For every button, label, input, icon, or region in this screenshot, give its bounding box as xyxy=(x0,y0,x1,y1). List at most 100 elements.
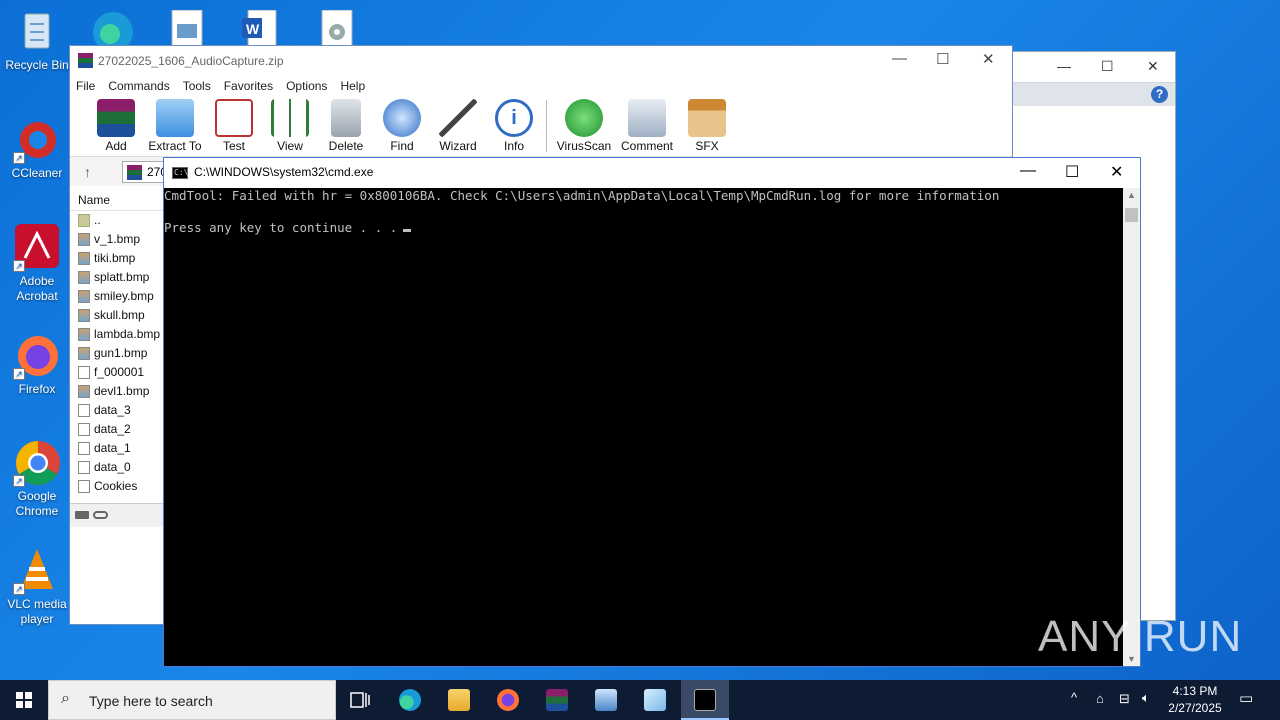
maximize-icon[interactable]: ☐ xyxy=(1065,162,1079,182)
maximize-icon[interactable]: ☐ xyxy=(1101,58,1114,75)
vertical-scrollbar[interactable]: ▲ ▼ xyxy=(1123,188,1140,666)
list-item[interactable]: data_3 xyxy=(70,401,163,420)
bitmap-file-icon xyxy=(78,252,90,265)
console-line-prompt: Press any key to continue . . . xyxy=(164,220,398,235)
taskbar-photos[interactable] xyxy=(582,680,630,720)
desktop-icon-recycle-bin[interactable]: Recycle Bin xyxy=(1,8,73,73)
close-icon[interactable]: ✕ xyxy=(1147,58,1159,75)
winrar-toolbar: Add Extract To Test View Delete Find Wiz… xyxy=(70,96,1012,156)
list-item[interactable]: .. xyxy=(70,211,163,230)
list-item[interactable]: smiley.bmp xyxy=(70,287,163,306)
scroll-up-arrow-icon[interactable]: ▲ xyxy=(1127,190,1136,200)
list-item[interactable]: data_1 xyxy=(70,439,163,458)
desktop-icon-adobe-acrobat[interactable]: ↗ Adobe Acrobat xyxy=(1,224,73,304)
virusscan-button[interactable]: VirusScan xyxy=(553,96,615,153)
clipboard-check-icon xyxy=(215,99,253,137)
info-icon: i xyxy=(495,99,533,137)
task-view-button[interactable] xyxy=(336,680,384,720)
list-item[interactable]: tiki.bmp xyxy=(70,249,163,268)
desktop-icon-firefox[interactable]: ↗ Firefox xyxy=(1,332,73,397)
taskbar-firefox[interactable] xyxy=(484,680,532,720)
virusscan-label: VirusScan xyxy=(556,139,612,153)
edge-desktop-icon[interactable] xyxy=(88,8,138,52)
wizard-button[interactable]: Wizard xyxy=(430,96,486,153)
list-item[interactable]: gun1.bmp xyxy=(70,344,163,363)
image-file-desktop-icon[interactable] xyxy=(170,9,204,47)
delete-button[interactable]: Delete xyxy=(318,96,374,153)
maximize-icon[interactable]: ☐ xyxy=(936,50,949,68)
console-output[interactable]: CmdTool: Failed with hr = 0x800106BA. Ch… xyxy=(164,188,1123,666)
desktop-icon-label: VLC media player xyxy=(7,597,67,626)
bitmap-file-icon xyxy=(78,385,90,398)
comment-button[interactable]: Comment xyxy=(615,96,679,153)
close-icon[interactable]: ✕ xyxy=(982,50,995,68)
taskbar-notepad[interactable] xyxy=(631,680,679,720)
taskbar-edge[interactable] xyxy=(386,680,434,720)
notifications-icon[interactable]: ▭ xyxy=(1239,689,1253,707)
desktop-icon-ccleaner[interactable]: ↗ CCleaner xyxy=(1,116,73,181)
settings-file-desktop-icon[interactable] xyxy=(320,9,354,47)
info-button[interactable]: i Info xyxy=(486,96,542,153)
volume-icon[interactable]: 🔈︎ xyxy=(1142,690,1150,706)
magnifier-icon xyxy=(383,99,421,137)
minimize-icon[interactable]: — xyxy=(1057,58,1071,74)
list-item[interactable]: v_1.bmp xyxy=(70,230,163,249)
bitmap-file-icon xyxy=(78,347,90,360)
sfx-button[interactable]: SFX xyxy=(679,96,735,153)
desktop-icon-google-chrome[interactable]: ↗ Google Chrome xyxy=(1,439,73,519)
list-item[interactable]: skull.bmp xyxy=(70,306,163,325)
task-view-icon xyxy=(350,692,370,708)
add-button[interactable]: Add xyxy=(88,96,144,153)
network-device-icon[interactable]: ⌂ xyxy=(1096,691,1104,706)
view-label: View xyxy=(277,139,303,153)
firefox-icon xyxy=(497,689,519,711)
find-button[interactable]: Find xyxy=(374,96,430,153)
winrar-icon xyxy=(546,689,568,711)
close-icon[interactable]: ✕ xyxy=(1110,162,1123,182)
taskbar-cmd[interactable] xyxy=(681,680,729,720)
menu-help[interactable]: Help xyxy=(340,79,365,93)
svg-text:W: W xyxy=(246,21,260,37)
text-cursor xyxy=(403,229,412,232)
word-file-desktop-icon[interactable]: W xyxy=(240,9,278,47)
list-item[interactable]: data_2 xyxy=(70,420,163,439)
scrollbar-thumb[interactable] xyxy=(1125,208,1138,222)
minimize-icon[interactable]: — xyxy=(1020,162,1036,180)
network-icon[interactable]: ⊟ xyxy=(1119,691,1130,707)
view-button[interactable]: View xyxy=(262,96,318,153)
list-item[interactable]: data_0 xyxy=(70,458,163,477)
show-hidden-icons-chevron-icon[interactable]: ^ xyxy=(1071,690,1077,705)
list-item[interactable]: devl1.bmp xyxy=(70,382,163,401)
list-item[interactable]: lambda.bmp xyxy=(70,325,163,344)
wizard-label: Wizard xyxy=(439,139,477,153)
search-placeholder: Type here to search xyxy=(89,693,213,709)
extract-to-button[interactable]: Extract To xyxy=(144,96,206,153)
ccleaner-icon: ↗ xyxy=(13,116,61,164)
magic-wand-icon xyxy=(439,99,477,137)
minimize-icon[interactable]: — xyxy=(892,50,907,67)
column-header-name[interactable]: Name xyxy=(70,189,163,211)
help-icon[interactable]: ? xyxy=(1151,86,1168,103)
up-arrow-icon[interactable]: ↑ xyxy=(84,164,91,180)
comment-icon xyxy=(628,99,666,137)
list-item[interactable]: splatt.bmp xyxy=(70,268,163,287)
list-item[interactable]: Cookies xyxy=(70,477,163,496)
menu-commands[interactable]: Commands xyxy=(108,79,169,93)
taskbar-winrar[interactable] xyxy=(533,680,581,720)
list-item[interactable]: f_000001 xyxy=(70,363,163,382)
menu-tools[interactable]: Tools xyxy=(183,79,211,93)
test-button[interactable]: Test xyxy=(206,96,262,153)
anyrun-watermark: ANY RUN xyxy=(1038,612,1243,661)
comment-label: Comment xyxy=(620,139,673,153)
cmd-window[interactable]: C:\ C:\WINDOWS\system32\cmd.exe — ☐ ✕ Cm… xyxy=(163,157,1141,667)
clock[interactable]: 4:13 PM 2/27/2025 xyxy=(1160,683,1230,717)
start-button[interactable] xyxy=(0,680,48,720)
desktop-icon-vlc[interactable]: ↗ VLC media player xyxy=(1,547,73,627)
folder-icon xyxy=(156,99,194,137)
taskbar-search[interactable]: ⌕ Type here to search xyxy=(48,680,336,720)
cmd-titlebar[interactable]: C:\ C:\WINDOWS\system32\cmd.exe — ☐ ✕ xyxy=(164,158,1140,188)
menu-favorites[interactable]: Favorites xyxy=(224,79,273,93)
menu-file[interactable]: File xyxy=(76,79,95,93)
taskbar-file-explorer[interactable] xyxy=(435,680,483,720)
menu-options[interactable]: Options xyxy=(286,79,327,93)
